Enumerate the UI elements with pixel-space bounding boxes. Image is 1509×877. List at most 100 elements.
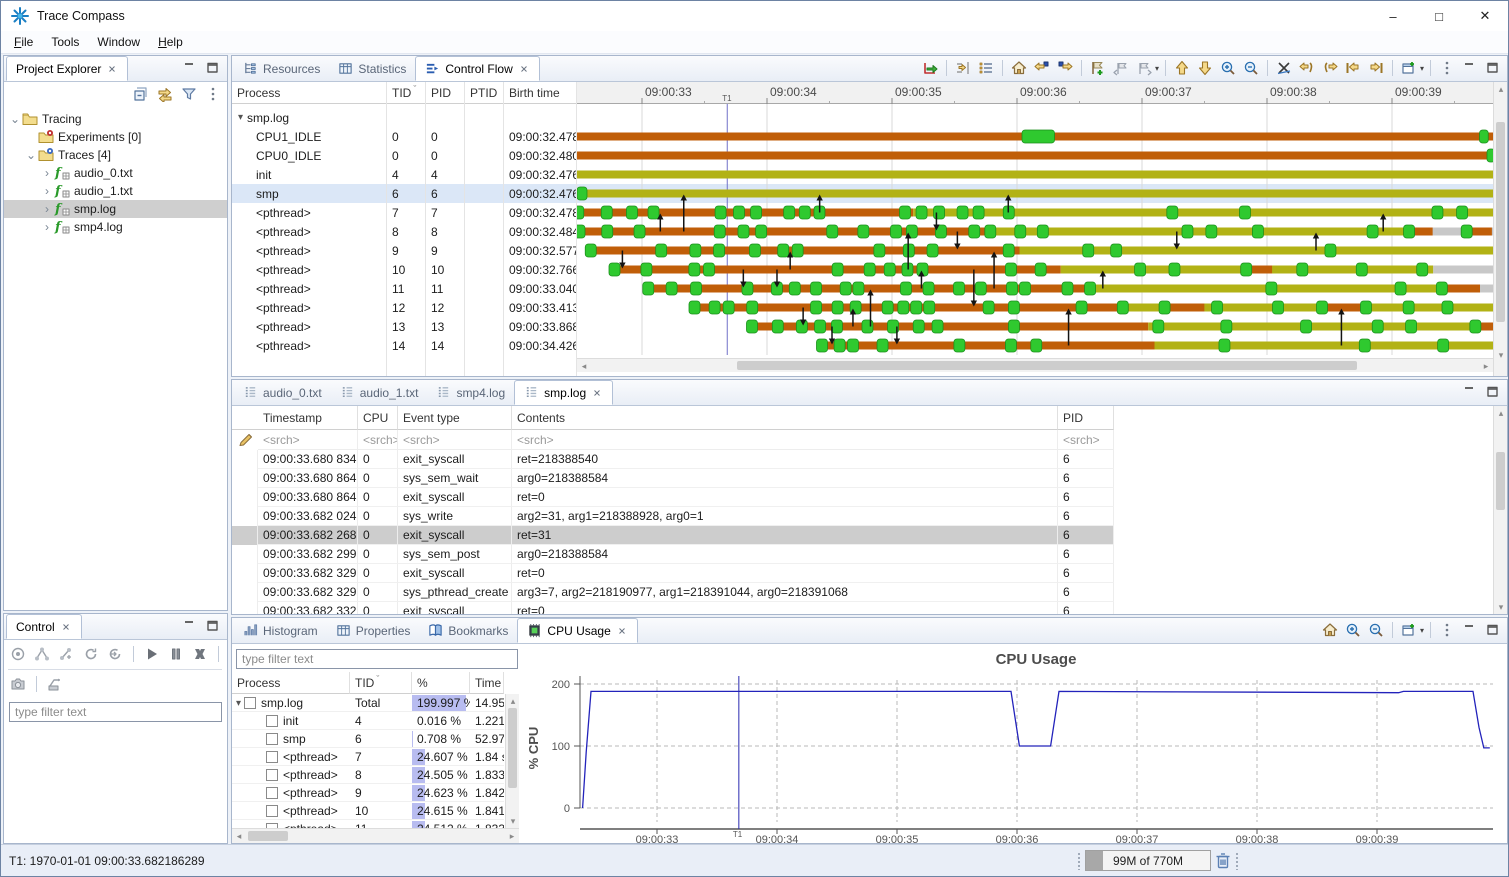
process-row-CPU1_IDLE[interactable]: CPU1_IDLE0009:00:32.4789 bbox=[232, 127, 577, 146]
column-header-%[interactable]: % bbox=[412, 672, 470, 694]
collapse-arrow-icon[interactable]: ▾ bbox=[238, 112, 243, 123]
scroll-left-arrow[interactable]: ◂ bbox=[232, 829, 246, 843]
maximize-icon[interactable] bbox=[203, 58, 223, 78]
usage-filter-input[interactable] bbox=[236, 649, 518, 669]
view-menu-icon[interactable] bbox=[1437, 620, 1457, 640]
scroll-down-arrow[interactable]: ▾ bbox=[1494, 600, 1507, 614]
grip-handle[interactable] bbox=[1235, 852, 1239, 870]
scroll-left-arrow[interactable]: ◂ bbox=[577, 359, 591, 373]
collapse-arrow-icon[interactable]: ▾ bbox=[236, 698, 241, 709]
align-views-icon[interactable] bbox=[953, 58, 973, 78]
next-process-icon[interactable] bbox=[1366, 58, 1386, 78]
view-tab-cpu-usage[interactable]: CPU Usage bbox=[517, 618, 637, 643]
zoom-in-icon[interactable] bbox=[1343, 620, 1363, 640]
process-row-pthread[interactable]: <pthread>141409:00:34.4262 bbox=[232, 336, 577, 355]
collapse-arrow-icon[interactable]: ⌄ bbox=[8, 112, 22, 126]
event-row[interactable]: 09:00:33.682 024 4330sys_writearg2=31, a… bbox=[232, 507, 1114, 526]
column-header-contents[interactable]: Contents bbox=[512, 406, 1058, 430]
enable-channel-icon[interactable] bbox=[57, 644, 76, 664]
column-header-time[interactable]: Time bbox=[470, 672, 504, 694]
checkbox[interactable] bbox=[266, 715, 278, 727]
event-row[interactable]: 09:00:33.682 329 6030exit_syscallret=06 bbox=[232, 564, 1114, 583]
maximize-window-button[interactable]: □ bbox=[1416, 1, 1462, 31]
scroll-up-arrow[interactable]: ▴ bbox=[1494, 82, 1507, 96]
vertical-scrollbar[interactable]: ▴ ▾ bbox=[1493, 406, 1507, 614]
event-row[interactable]: 09:00:33.682 268 5690exit_syscallret=316 bbox=[232, 526, 1114, 545]
vertical-scrollbar[interactable]: ▴ ▾ bbox=[505, 694, 519, 828]
grip-handle[interactable] bbox=[1077, 852, 1081, 870]
checkbox[interactable] bbox=[266, 787, 278, 799]
checkbox[interactable] bbox=[266, 733, 278, 745]
editor-tab-audio-0-txt[interactable]: audio_0.txt bbox=[234, 380, 331, 405]
usage-row-pthread[interactable]: <pthread>724.607 %1.84 s bbox=[232, 748, 504, 766]
scroll-right-arrow[interactable]: ▸ bbox=[1479, 359, 1493, 373]
zoom-in-icon[interactable] bbox=[1218, 58, 1238, 78]
menu-file[interactable]: File bbox=[5, 32, 42, 52]
checkbox[interactable] bbox=[266, 769, 278, 781]
event-row[interactable]: 09:00:33.682 299 0860sys_sem_postarg0=21… bbox=[232, 545, 1114, 564]
event-row[interactable]: 09:00:33.682 332 2670exit_syscallret=06 bbox=[232, 602, 1114, 614]
usage-row-pthread[interactable]: <pthread>824.505 %1.833 s bbox=[232, 766, 504, 784]
column-divider[interactable] bbox=[503, 82, 504, 376]
dropdown-caret-icon[interactable]: ▾ bbox=[1420, 64, 1424, 73]
usage-row-smp.log[interactable]: ▾smp.logTotal199.997 %14.959 bbox=[232, 694, 504, 712]
process-row-pthread[interactable]: <pthread>131309:00:33.8687 bbox=[232, 317, 577, 336]
zoom-out-icon[interactable] bbox=[1241, 58, 1261, 78]
view-tab-statistics[interactable]: Statistics bbox=[329, 56, 415, 81]
search-field-cpu[interactable]: <srch> bbox=[358, 430, 398, 450]
menu-help[interactable]: Help bbox=[149, 32, 192, 52]
column-header-process[interactable]: Process bbox=[232, 82, 387, 104]
next-event-icon[interactable] bbox=[1320, 58, 1340, 78]
checkbox[interactable] bbox=[266, 751, 278, 763]
usage-row-pthread[interactable]: <pthread>924.623 %1.842 s bbox=[232, 784, 504, 802]
import-trace-icon[interactable] bbox=[920, 58, 940, 78]
close-tab-icon[interactable] bbox=[616, 625, 628, 637]
view-tab-resources[interactable]: Resources bbox=[234, 56, 329, 81]
menu-tools[interactable]: Tools bbox=[42, 32, 88, 52]
scroll-thumb[interactable] bbox=[1496, 122, 1505, 322]
minimize-icon[interactable] bbox=[1460, 58, 1480, 78]
home-icon[interactable] bbox=[1009, 58, 1029, 78]
cancel-selection-icon[interactable] bbox=[1274, 58, 1294, 78]
column-header-timestamp[interactable]: Timestamp bbox=[258, 406, 358, 430]
column-header-pid[interactable]: PID bbox=[426, 82, 465, 104]
tree-item-traces-4-[interactable]: ⌄Traces [4] bbox=[4, 146, 227, 164]
close-tab-icon[interactable] bbox=[591, 387, 603, 399]
event-row[interactable]: 09:00:33.680 864 7860exit_syscallret=06 bbox=[232, 488, 1114, 507]
usage-row-pthread[interactable]: <pthread>1024.615 %1.841 s bbox=[232, 802, 504, 820]
maximize-icon[interactable] bbox=[1483, 382, 1503, 402]
connect-icon[interactable] bbox=[8, 644, 27, 664]
stop-trace-icon[interactable] bbox=[191, 644, 210, 664]
move-down-icon[interactable] bbox=[1195, 58, 1215, 78]
cpu-usage-chart[interactable]: CPU Usage% CPU010020009:00:3309:00:3409:… bbox=[522, 644, 1507, 843]
process-row-pthread[interactable]: <pthread>111109:00:33.0404 bbox=[232, 279, 577, 298]
checkbox[interactable] bbox=[244, 697, 256, 709]
new-session-icon[interactable] bbox=[32, 644, 51, 664]
view-menu-icon[interactable] bbox=[1437, 58, 1457, 78]
editor-tab-audio-1-txt[interactable]: audio_1.txt bbox=[331, 380, 428, 405]
usage-row-smp[interactable]: smp60.708 %52.978 bbox=[232, 730, 504, 748]
event-row[interactable]: 09:00:33.680 834 2700exit_syscallret=218… bbox=[232, 450, 1114, 469]
tree-item-smp4-log[interactable]: ›fsmp4.log bbox=[4, 218, 227, 236]
scroll-down-arrow[interactable]: ▾ bbox=[1494, 348, 1507, 362]
event-row[interactable]: 09:00:33.682 329 6030sys_pthread_createa… bbox=[232, 583, 1114, 602]
tree-item-tracing[interactable]: ⌄Tracing bbox=[4, 110, 227, 128]
search-field-pid[interactable]: <srch> bbox=[1058, 430, 1114, 450]
tree-item-experiments-0-[interactable]: Experiments [0] bbox=[4, 128, 227, 146]
expand-arrow-icon[interactable]: › bbox=[40, 202, 54, 216]
view-tab-histogram[interactable]: Histogram bbox=[234, 618, 327, 643]
minimize-icon[interactable] bbox=[180, 58, 200, 78]
scroll-down-arrow[interactable]: ▾ bbox=[506, 814, 519, 828]
scroll-right-arrow[interactable]: ▸ bbox=[505, 829, 519, 843]
process-row-pthread[interactable]: <pthread>121209:00:33.4134 bbox=[232, 298, 577, 317]
expand-arrow-icon[interactable]: › bbox=[40, 220, 54, 234]
view-tab-control-flow[interactable]: Control Flow bbox=[415, 56, 539, 81]
move-up-icon[interactable] bbox=[1172, 58, 1192, 78]
column-divider[interactable] bbox=[464, 82, 465, 376]
close-tab-icon[interactable] bbox=[518, 63, 530, 75]
minimize-icon[interactable] bbox=[180, 616, 200, 636]
close-tab-icon[interactable] bbox=[60, 621, 72, 633]
dropdown-caret-icon[interactable]: ▾ bbox=[1155, 64, 1159, 73]
home-icon[interactable] bbox=[1320, 620, 1340, 640]
search-field-event-type[interactable]: <srch> bbox=[398, 430, 512, 450]
